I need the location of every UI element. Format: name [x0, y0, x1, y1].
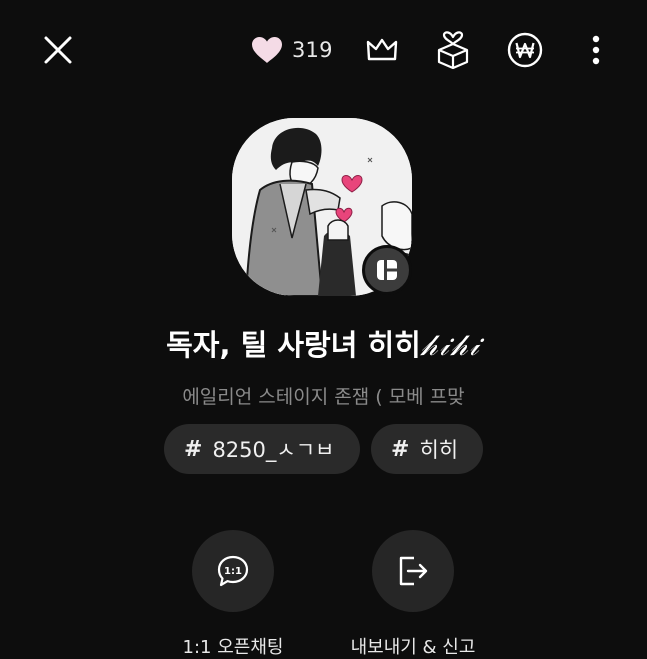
crown-icon: [366, 38, 398, 61]
like-button[interactable]: 319: [250, 30, 333, 70]
hashtag-label: 히히: [419, 438, 459, 462]
profile-card-badge[interactable]: [362, 245, 412, 295]
hashtag-chip[interactable]: # 8250_ㅅㄱㅂ: [164, 424, 360, 474]
profile-subtitle: 에일리언 스테이지 존잼 ( 모베 프맞: [182, 386, 465, 408]
leave-report-label: 내보내기 & 신고: [350, 637, 476, 658]
hashtag-icon: #: [184, 436, 203, 462]
profile-title-text: 독자, 틸 사랑녀 히히: [166, 328, 421, 362]
won-icon: [507, 32, 543, 68]
open-chat-button[interactable]: 1:1: [192, 530, 274, 612]
gift-button[interactable]: [433, 28, 473, 72]
profile-card-icon: [377, 260, 397, 280]
like-count: 319: [292, 38, 333, 62]
chat-icon-text: 1:1: [224, 566, 242, 577]
profile-title-decoration: 𝒽𝒾𝒽𝒾: [420, 328, 481, 362]
hashtag-icon: #: [391, 436, 410, 462]
leave-report-button[interactable]: [372, 530, 454, 612]
gift-box-icon: [437, 31, 469, 69]
more-options-button[interactable]: [580, 30, 612, 70]
heart-icon: [252, 37, 282, 63]
exit-icon: [399, 556, 428, 586]
open-chat-label: 1:1 오픈채팅: [182, 637, 284, 658]
chat-bubble-icon: 1:1: [217, 555, 249, 587]
more-vertical-icon: [592, 35, 600, 65]
hashtag-chip[interactable]: # 히히: [371, 424, 483, 474]
crown-button[interactable]: [362, 30, 402, 70]
won-button[interactable]: [505, 30, 545, 70]
hashtag-label: 8250_ㅅㄱㅂ: [212, 438, 335, 462]
close-icon: [44, 36, 72, 64]
profile-title: 독자, 틸 사랑녀 히히𝒽𝒾𝒽𝒾: [0, 322, 647, 364]
close-button[interactable]: [38, 30, 78, 70]
